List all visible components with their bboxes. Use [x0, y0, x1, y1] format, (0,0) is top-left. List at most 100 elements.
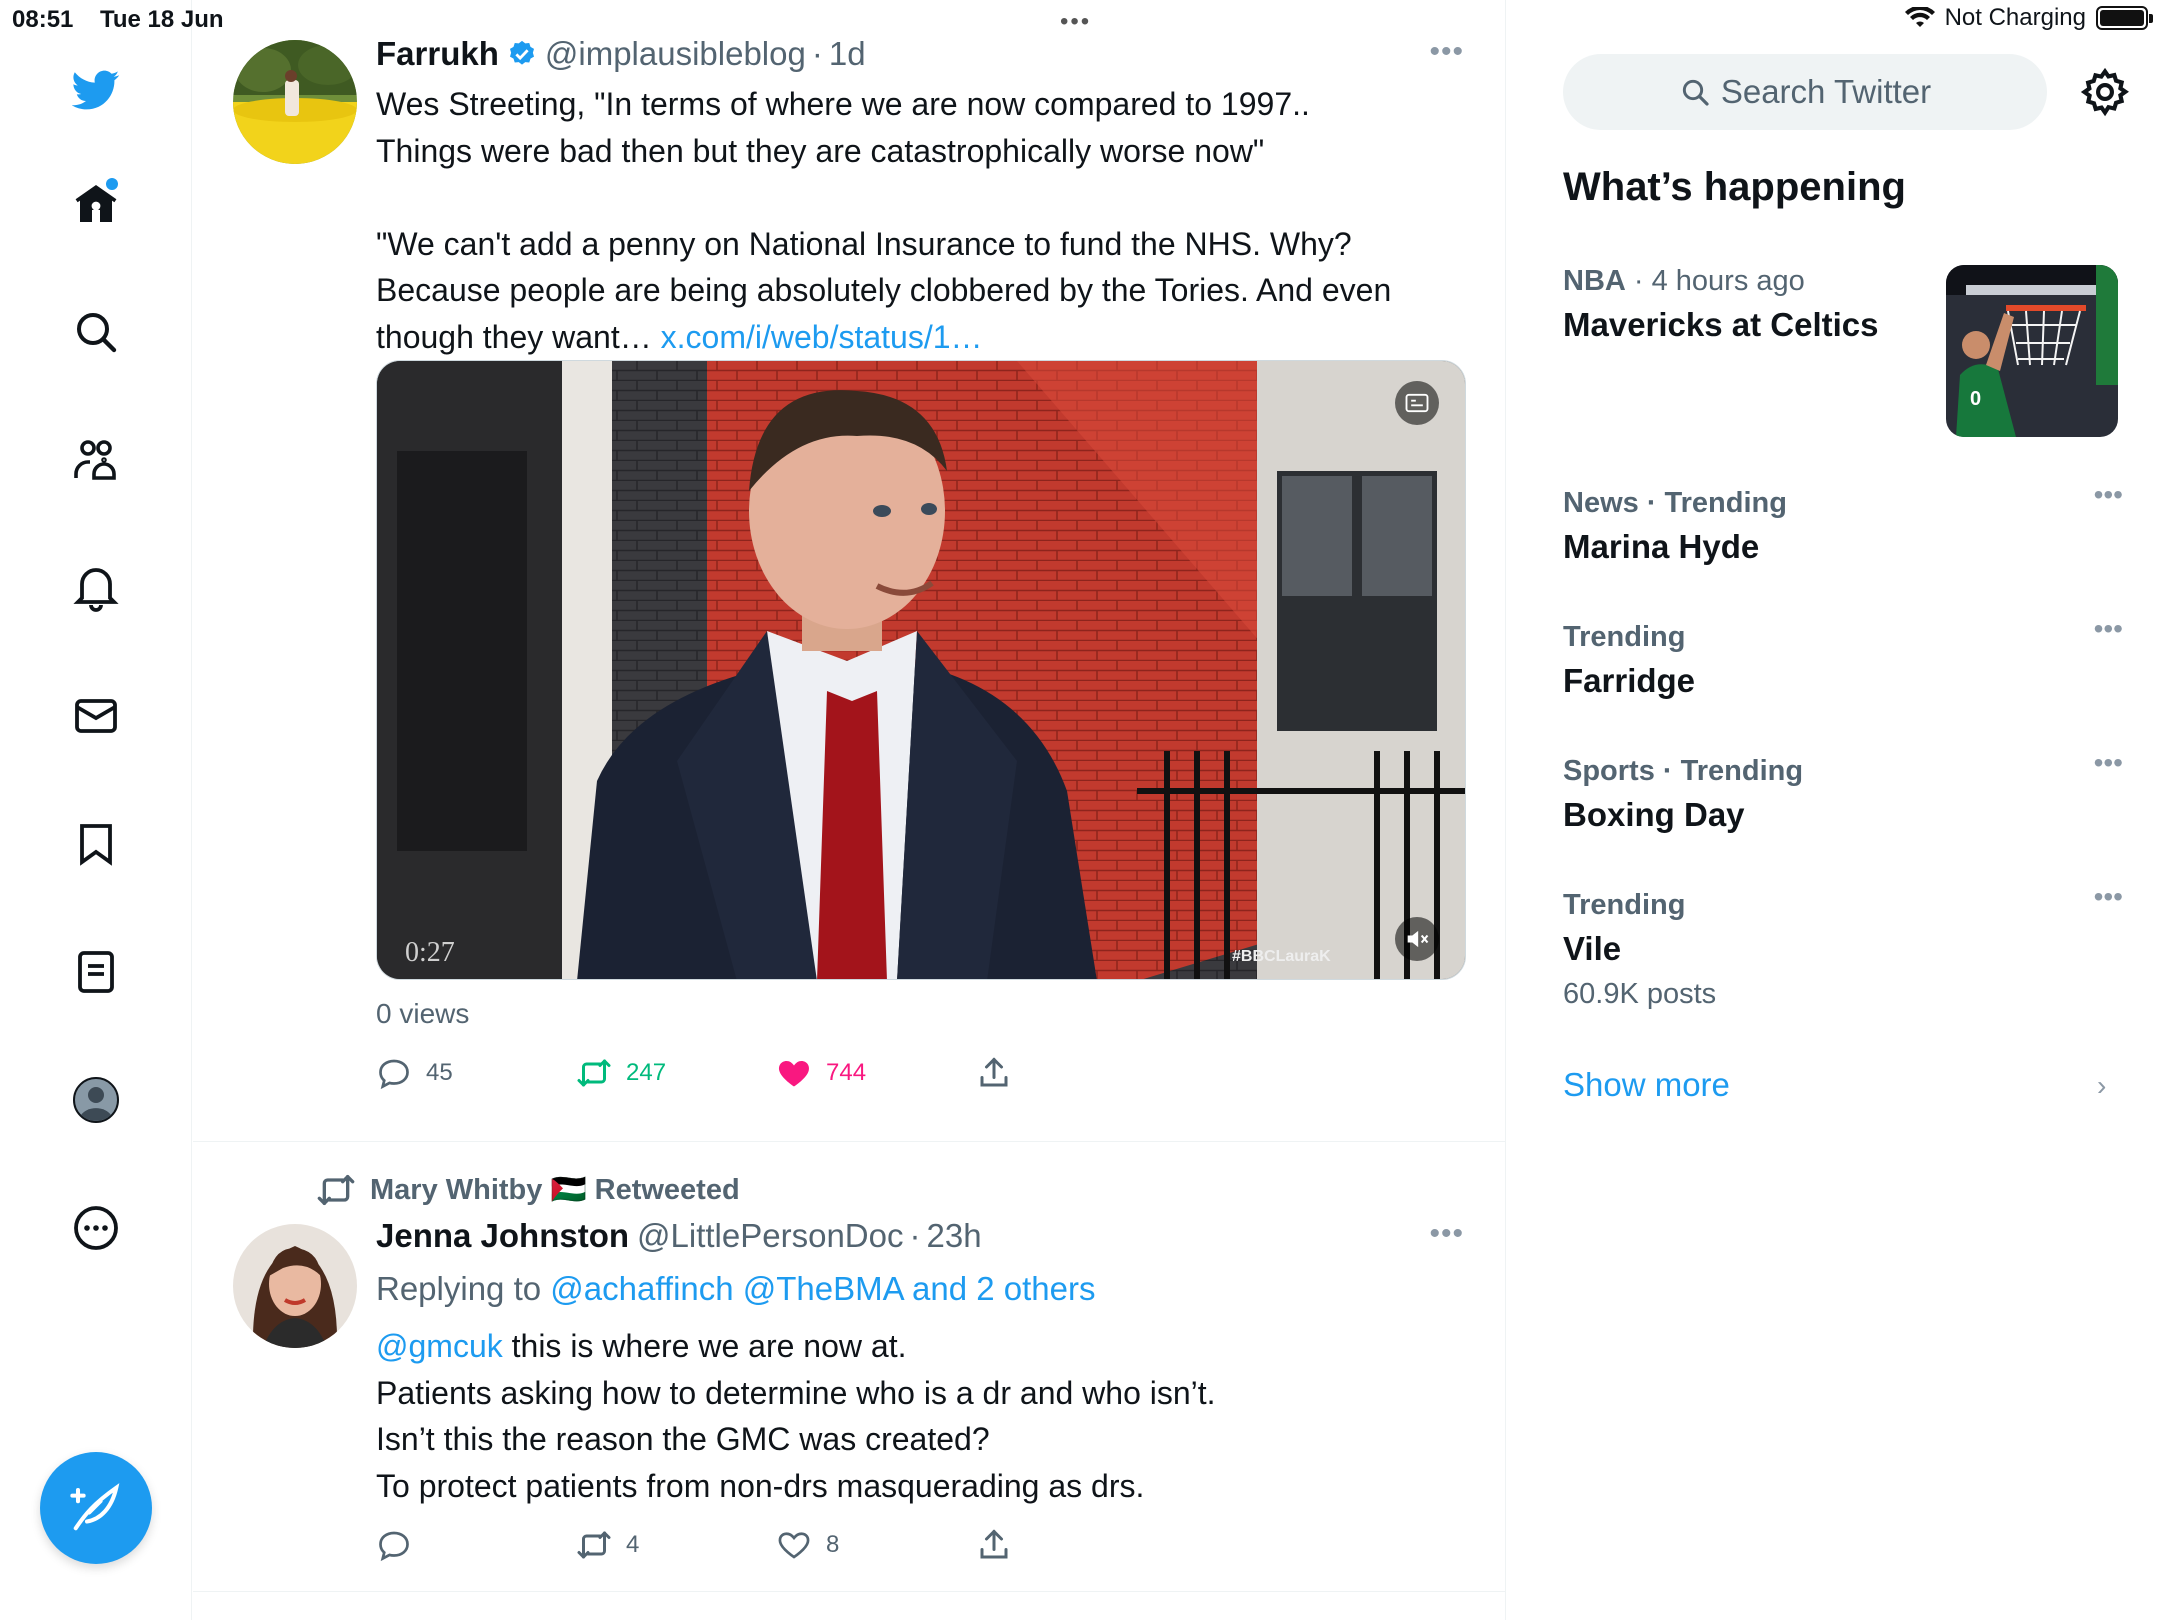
reply-icon [379, 1531, 409, 1562]
trend-time: · 4 hours ago [1625, 265, 1805, 297]
retweet-button[interactable]: 247 [576, 1055, 666, 1091]
tweet-more-icon[interactable]: ••• [1429, 1217, 1464, 1251]
tweet-video[interactable]: 0:27 #BBCLauraK [376, 360, 1466, 980]
replying-to-users[interactable]: @achaffinch @TheBMA and 2 others [550, 1270, 1095, 1307]
tweet-header: Farrukh @implausibleblog · 1d [376, 35, 866, 73]
like-button[interactable]: 8 [776, 1527, 839, 1563]
retweeted-icon [317, 1175, 355, 1205]
trend-title: Marina Hyde [1563, 528, 1760, 565]
share-icon [980, 1057, 1008, 1087]
compose-feather-icon [70, 1483, 120, 1531]
tweet-text-last: though they want… [376, 318, 661, 355]
tweet-time[interactable]: 23h [926, 1217, 981, 1255]
retweet-icon [577, 1059, 611, 1087]
trend-more-icon[interactable]: ••• [2094, 479, 2123, 511]
trend-item[interactable]: Trending Farridge ••• [1563, 613, 2123, 700]
tweet-header: Jenna Johnston @LittlePersonDoc · 23h [376, 1217, 982, 1255]
retweet-count: 4 [626, 1531, 640, 1558]
more-options-icon[interactable] [64, 1196, 128, 1260]
lists-icon[interactable] [64, 940, 128, 1004]
tweet-text-line: "We can't add a penny on National Insura… [376, 225, 1352, 262]
bookmarks-icon[interactable] [64, 812, 128, 876]
trend-title: Vile [1563, 930, 1622, 967]
captions-icon[interactable] [1403, 389, 1431, 417]
compose-tweet-button[interactable] [40, 1452, 152, 1564]
profile-avatar-icon[interactable] [64, 1068, 128, 1132]
explore-search-icon[interactable] [64, 300, 128, 364]
status-time: 08:51 [12, 6, 74, 33]
mute-icon[interactable] [1403, 925, 1431, 953]
trend-thumbnail-image[interactable]: 0 [1946, 265, 2118, 437]
trend-item[interactable]: Sports · Trending Boxing Day ••• [1563, 747, 2123, 834]
trend-title: Farridge [1563, 662, 1696, 699]
trend-more-icon[interactable]: ••• [2094, 881, 2123, 913]
search-input[interactable]: Search Twitter [1563, 54, 2047, 130]
notifications-bell-icon[interactable] [64, 556, 128, 620]
tweet-text-line: @gmcuk this is where we are now at. [376, 1323, 1456, 1370]
verified-badge-icon [509, 40, 534, 65]
author-handle[interactable]: @LittlePersonDoc [637, 1217, 903, 1255]
replying-to: Replying to @achaffinch @TheBMA and 2 ot… [376, 1270, 1095, 1308]
show-more-link[interactable]: Show more [1563, 1066, 1730, 1104]
avatar[interactable] [233, 1224, 357, 1348]
reply-button[interactable] [376, 1527, 426, 1563]
heart-filled-icon [779, 1061, 809, 1087]
trend-item[interactable]: NBA · 4 hours ago Mavericks at Celtics [1563, 265, 1933, 344]
tweet-text-line: though they want… x.com/i/web/status/1… [376, 314, 1456, 361]
reply-count: 45 [426, 1059, 453, 1086]
trend-more-icon[interactable]: ••• [2094, 613, 2123, 645]
avatar[interactable] [233, 40, 357, 164]
tweet[interactable]: Mary Whitby 🇵🇸 Retweeted Jenna Johnston … [193, 1142, 1505, 1592]
tweet[interactable]: Farrukh @implausibleblog · 1d ••• Wes St… [193, 0, 1505, 1142]
tweet-time[interactable]: 1d [829, 35, 866, 73]
whats-happening-heading: What’s happening [1563, 165, 1906, 209]
trend-post-count: 60.9K posts [1563, 978, 1717, 1010]
video-timestamp: 0:27 [405, 937, 455, 968]
trend-category: Sports · Trending [1563, 755, 1804, 787]
replying-prefix: Replying to [376, 1270, 551, 1307]
retweeted-by-row[interactable]: Mary Whitby 🇵🇸 Retweeted [316, 1170, 740, 1210]
tweet-text: Wes Streeting, "In terms of where we are… [376, 81, 1456, 360]
battery-status-text: Not Charging [1944, 4, 2086, 31]
like-button[interactable]: 744 [776, 1055, 866, 1091]
trend-meta: Trending [1563, 621, 2123, 654]
reply-icon [379, 1059, 409, 1090]
left-nav [0, 0, 192, 1620]
multitask-dots-icon[interactable]: ••• [1060, 8, 1091, 36]
trend-meta: Trending [1563, 889, 2123, 922]
trend-category: News · Trending [1563, 487, 1787, 519]
trend-category: NBA [1563, 265, 1626, 297]
like-count: 744 [826, 1059, 867, 1086]
retweet-button[interactable]: 4 [576, 1527, 639, 1563]
search-icon [1682, 79, 1709, 106]
status-bar: 08:51 Tue 18 Jun ••• Not Charging [0, 0, 2160, 40]
separator-dot: · [811, 35, 823, 72]
messages-mail-icon[interactable] [64, 684, 128, 748]
share-button[interactable] [976, 1527, 1012, 1563]
share-icon [980, 1529, 1008, 1559]
status-date: Tue 18 Jun [100, 6, 224, 33]
author-handle[interactable]: @implausibleblog [545, 35, 806, 73]
tweet-link[interactable]: x.com/i/web/status/1… [661, 319, 983, 355]
tweet-text-line: Wes Streeting, "In terms of where we are… [376, 86, 1310, 122]
trend-more-icon[interactable]: ••• [2094, 747, 2123, 779]
communities-icon[interactable] [64, 428, 128, 492]
trend-meta: Sports · Trending [1563, 755, 2123, 788]
author-name[interactable]: Farrukh [376, 35, 499, 73]
trend-item[interactable]: News · Trending Marina Hyde ••• [1563, 479, 2123, 566]
settings-gear-icon[interactable] [2079, 66, 2131, 118]
tweet-more-icon[interactable]: ••• [1429, 35, 1464, 69]
views-count: 0 views [376, 998, 470, 1029]
status-right: Not Charging [1904, 4, 2153, 32]
video-watermark: #BBCLauraK [1232, 948, 1331, 965]
trend-item[interactable]: Trending Vile 60.9K posts ••• [1563, 881, 2123, 1011]
timeline-feed: Farrukh @implausibleblog · 1d ••• Wes St… [193, 0, 1506, 1620]
wifi-icon [1904, 7, 1935, 27]
reply-button[interactable]: 45 [376, 1055, 453, 1091]
author-name[interactable]: Jenna Johnston [376, 1217, 629, 1255]
share-button[interactable] [976, 1055, 1012, 1091]
tweet-text-blank-line [376, 174, 1456, 221]
twitter-logo-icon[interactable] [64, 58, 128, 122]
mention-link[interactable]: @gmcuk [376, 1328, 503, 1364]
home-icon[interactable] [64, 172, 128, 236]
